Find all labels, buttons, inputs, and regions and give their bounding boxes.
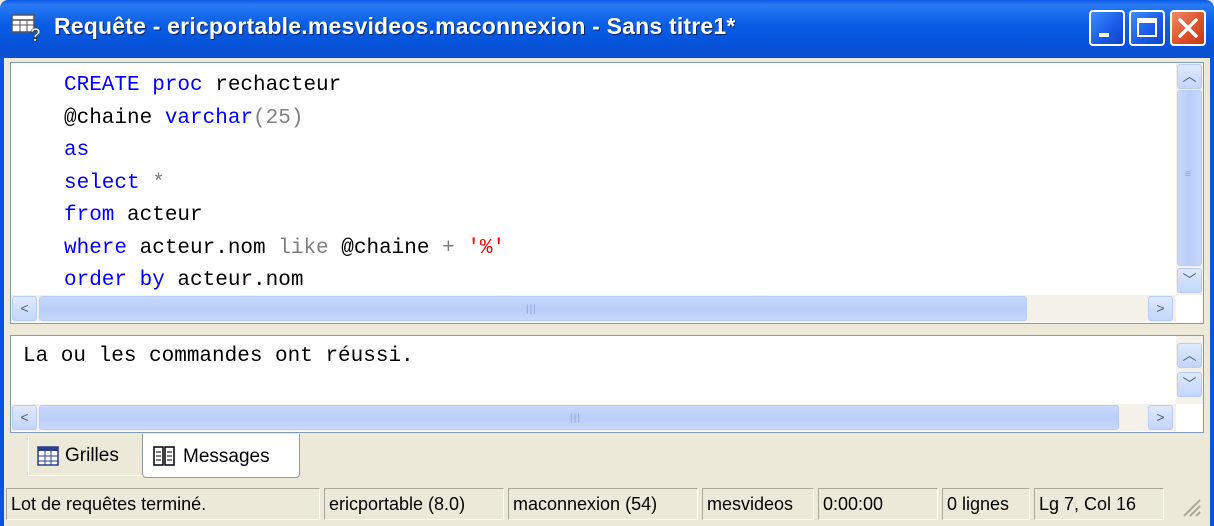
code-token: @chaine bbox=[64, 106, 165, 130]
code-token: where bbox=[64, 236, 128, 260]
code-token: * bbox=[139, 171, 165, 195]
grid-icon bbox=[37, 446, 59, 466]
code-token: like bbox=[278, 236, 329, 260]
query-editor[interactable]: CREATE proc rechacteur @chaine varchar(25… bbox=[10, 62, 1204, 324]
chevron-left-icon: < bbox=[20, 300, 29, 316]
scroll-right-button[interactable]: > bbox=[1148, 405, 1173, 430]
status-elapsed: 0:00:00 bbox=[818, 488, 938, 520]
code-token: acteur bbox=[114, 204, 203, 227]
code-line[interactable]: where acteur.nom like @chaine + '%' bbox=[64, 233, 505, 266]
code-token: rechacteur bbox=[202, 74, 342, 97]
code-token: varchar bbox=[164, 106, 254, 130]
status-bar: Lot de requêtes terminé. ericportable (8… bbox=[0, 484, 1206, 522]
messages-vertical-scrollbar[interactable]: ︿ ﹀ bbox=[1176, 336, 1203, 404]
sql-code[interactable]: CREATE proc rechacteur @chaine varchar(25… bbox=[64, 70, 505, 298]
code-token: + bbox=[442, 236, 468, 260]
code-token: CREATE proc bbox=[64, 74, 203, 97]
status-batch: Lot de requêtes terminé. bbox=[6, 488, 320, 520]
scroll-up-button[interactable]: ︿ bbox=[1177, 343, 1202, 368]
minimize-button[interactable] bbox=[1089, 10, 1125, 46]
scroll-thumb[interactable]: ≡ bbox=[1177, 90, 1202, 266]
chevron-left-icon: < bbox=[20, 409, 29, 425]
close-button[interactable] bbox=[1170, 10, 1206, 46]
code-token: (25) bbox=[253, 106, 304, 130]
code-line[interactable]: CREATE proc rechacteur bbox=[64, 70, 505, 103]
chevron-down-icon: ﹀ bbox=[1182, 272, 1197, 288]
chevron-down-icon: ﹀ bbox=[1182, 376, 1197, 392]
grip-icon: ≡ bbox=[1185, 169, 1191, 180]
code-line[interactable]: from acteur bbox=[64, 200, 505, 233]
code-token: select bbox=[64, 171, 140, 195]
code-token: acteur.nom bbox=[127, 236, 279, 260]
scroll-thumb[interactable]: ||| bbox=[39, 296, 1027, 321]
messages-icon bbox=[153, 446, 175, 466]
code-token: as bbox=[64, 139, 90, 162]
code-token: '%' bbox=[467, 236, 506, 260]
chevron-up-icon: ︿ bbox=[1182, 68, 1197, 84]
tab-grilles-label: Grilles bbox=[65, 445, 119, 466]
minimize-icon bbox=[1099, 33, 1109, 37]
tab-grilles[interactable]: Grilles bbox=[28, 436, 144, 476]
maximize-button[interactable] bbox=[1129, 10, 1165, 46]
status-rows: 0 lignes bbox=[942, 488, 1030, 520]
scroll-down-button[interactable]: ﹀ bbox=[1177, 372, 1202, 397]
grip-icon: ||| bbox=[570, 413, 581, 424]
resize-grip-icon[interactable] bbox=[1178, 494, 1202, 518]
scroll-thumb[interactable]: ||| bbox=[39, 405, 1119, 430]
pane-splitter[interactable] bbox=[10, 326, 1204, 334]
scroll-left-button[interactable]: < bbox=[12, 405, 37, 430]
code-token: order by bbox=[64, 269, 165, 292]
code-line[interactable]: select * bbox=[64, 168, 505, 201]
status-connection: maconnexion (54) bbox=[508, 488, 698, 520]
scroll-left-button[interactable]: < bbox=[12, 296, 37, 321]
status-position: Lg 7, Col 16 bbox=[1034, 488, 1164, 520]
code-line[interactable]: order by acteur.nom bbox=[64, 265, 505, 298]
title-bar[interactable]: ? Requête - ericportable.mesvideos.macon… bbox=[0, 0, 1214, 58]
window-title: Requête - ericportable.mesvideos.maconne… bbox=[54, 13, 736, 39]
maximize-icon bbox=[1137, 18, 1157, 37]
code-line[interactable]: as bbox=[64, 135, 505, 168]
query-window-icon: ? bbox=[11, 14, 41, 43]
code-line[interactable]: @chaine varchar(25) bbox=[64, 103, 505, 136]
chevron-right-icon: > bbox=[1156, 409, 1165, 425]
svg-text:?: ? bbox=[30, 25, 41, 43]
editor-vertical-scrollbar[interactable]: ︿ ≡ ﹀ bbox=[1176, 63, 1203, 295]
chevron-right-icon: > bbox=[1156, 300, 1165, 316]
scroll-right-button[interactable]: > bbox=[1148, 296, 1173, 321]
code-token: acteur.nom bbox=[164, 269, 304, 292]
results-pane[interactable]: La ou les commandes ont réussi. ︿ ﹀ < ||… bbox=[10, 335, 1204, 433]
close-icon bbox=[1178, 18, 1198, 38]
results-tabs: Grilles Messages bbox=[10, 434, 1204, 480]
scroll-up-button[interactable]: ︿ bbox=[1177, 64, 1202, 89]
message-text: La ou les commandes ont réussi. bbox=[23, 345, 414, 368]
status-database: mesvideos bbox=[702, 488, 814, 520]
status-server: ericportable (8.0) bbox=[324, 488, 504, 520]
chevron-up-icon: ︿ bbox=[1182, 347, 1197, 363]
editor-horizontal-scrollbar[interactable]: < ||| > bbox=[11, 295, 1176, 322]
grip-icon: ||| bbox=[526, 304, 537, 315]
code-token: from bbox=[64, 204, 115, 227]
editor-gutter bbox=[11, 63, 57, 295]
tab-messages-label: Messages bbox=[183, 446, 270, 467]
scroll-down-button[interactable]: ﹀ bbox=[1177, 268, 1202, 293]
tab-messages[interactable]: Messages bbox=[142, 434, 300, 478]
code-token: @chaine bbox=[328, 236, 443, 260]
messages-horizontal-scrollbar[interactable]: < ||| > bbox=[11, 404, 1176, 431]
